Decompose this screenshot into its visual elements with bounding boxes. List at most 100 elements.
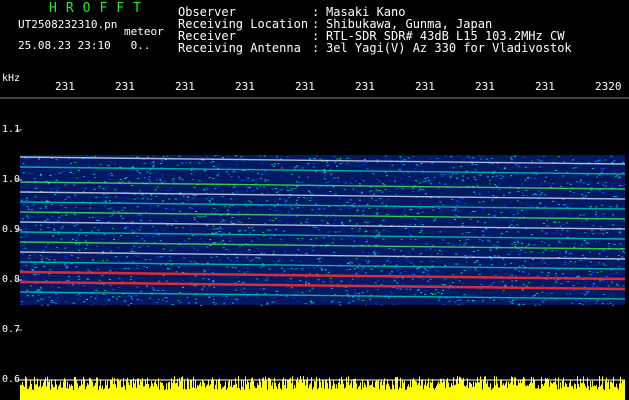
speckle (376, 178, 379, 180)
speckle (401, 188, 404, 190)
speckle (598, 241, 601, 243)
speckle (305, 276, 308, 278)
speckle (193, 285, 196, 287)
noise-bar (340, 384, 341, 400)
speckle (39, 228, 42, 230)
speckle (419, 207, 422, 209)
speckle (411, 231, 414, 233)
speckle (222, 219, 225, 221)
speckle (95, 289, 98, 291)
noise-bar (489, 387, 490, 400)
noise-bar (105, 380, 106, 400)
speckle (463, 244, 466, 246)
speckle (162, 156, 165, 158)
speckle (205, 156, 208, 158)
speckle (37, 165, 40, 167)
speckle (20, 245, 23, 247)
speckle (61, 171, 64, 173)
noise-bar (466, 385, 467, 400)
speckle (226, 215, 229, 216)
speckle (504, 263, 506, 265)
speckle (323, 178, 326, 180)
speckle (388, 231, 391, 233)
speckle (378, 190, 381, 192)
speckle (26, 233, 28, 235)
speckle (165, 301, 168, 302)
speckle (402, 212, 405, 214)
noise-bar (542, 384, 543, 400)
noise-bar (204, 383, 205, 400)
speckle (349, 219, 352, 221)
noise-bar (291, 383, 292, 400)
speckle (382, 238, 385, 240)
speckle (339, 304, 342, 306)
noise-bar (114, 378, 115, 400)
noise-bar (199, 384, 200, 400)
speckle (247, 177, 250, 179)
noise-bar (63, 381, 64, 400)
speckle (278, 258, 281, 260)
speckle (169, 188, 172, 190)
speckle (463, 173, 466, 175)
speckle (42, 298, 45, 300)
speckle (268, 268, 271, 270)
speckle (372, 252, 375, 254)
speckle (35, 273, 38, 275)
speckle (168, 157, 171, 158)
speckle (85, 155, 88, 157)
speckle (597, 215, 600, 217)
speckle (617, 285, 620, 286)
speckle (504, 273, 507, 275)
noise-bar (70, 386, 71, 400)
speckle (323, 173, 326, 175)
speckle (286, 186, 289, 188)
speckle (403, 224, 406, 226)
speckle (57, 187, 60, 189)
noise-bar (595, 386, 596, 400)
noise-bar (124, 385, 125, 400)
speckle (297, 291, 300, 293)
speckle (589, 205, 592, 207)
speckle (80, 258, 83, 260)
noise-bar (192, 387, 193, 400)
noise-bar (585, 386, 586, 400)
speckle (420, 169, 423, 171)
speckle (169, 250, 172, 251)
speckle (491, 199, 494, 201)
speckle (34, 256, 37, 258)
noise-bar (596, 384, 597, 400)
speckle (330, 287, 333, 289)
speckle (515, 280, 518, 282)
speckle (301, 182, 304, 183)
speckle (363, 163, 366, 165)
speckle (157, 298, 160, 300)
noise-bar (526, 386, 527, 400)
speckle (419, 188, 422, 190)
noise-bar (247, 379, 248, 400)
speckle (40, 258, 43, 260)
speckle (567, 281, 570, 282)
speckle (429, 158, 432, 160)
noise-bar (373, 387, 374, 400)
speckle (130, 209, 133, 210)
noise-bar (401, 388, 402, 400)
noise-bar (135, 379, 136, 400)
noise-bar (424, 384, 425, 400)
speckle (342, 161, 345, 163)
speckle (236, 299, 239, 301)
speckle (212, 301, 215, 303)
speckle (565, 252, 567, 254)
speckle (316, 181, 319, 183)
speckle (387, 199, 390, 201)
speckle (579, 214, 582, 216)
noise-bar (478, 382, 479, 400)
speckle (431, 162, 434, 164)
speckle (306, 222, 309, 224)
noise-bar (133, 378, 134, 400)
speckle (75, 266, 77, 268)
speckle (339, 230, 342, 232)
speckle (310, 299, 313, 301)
noise-bar (95, 382, 96, 400)
noise-bar (117, 378, 118, 400)
speckle (247, 186, 250, 188)
